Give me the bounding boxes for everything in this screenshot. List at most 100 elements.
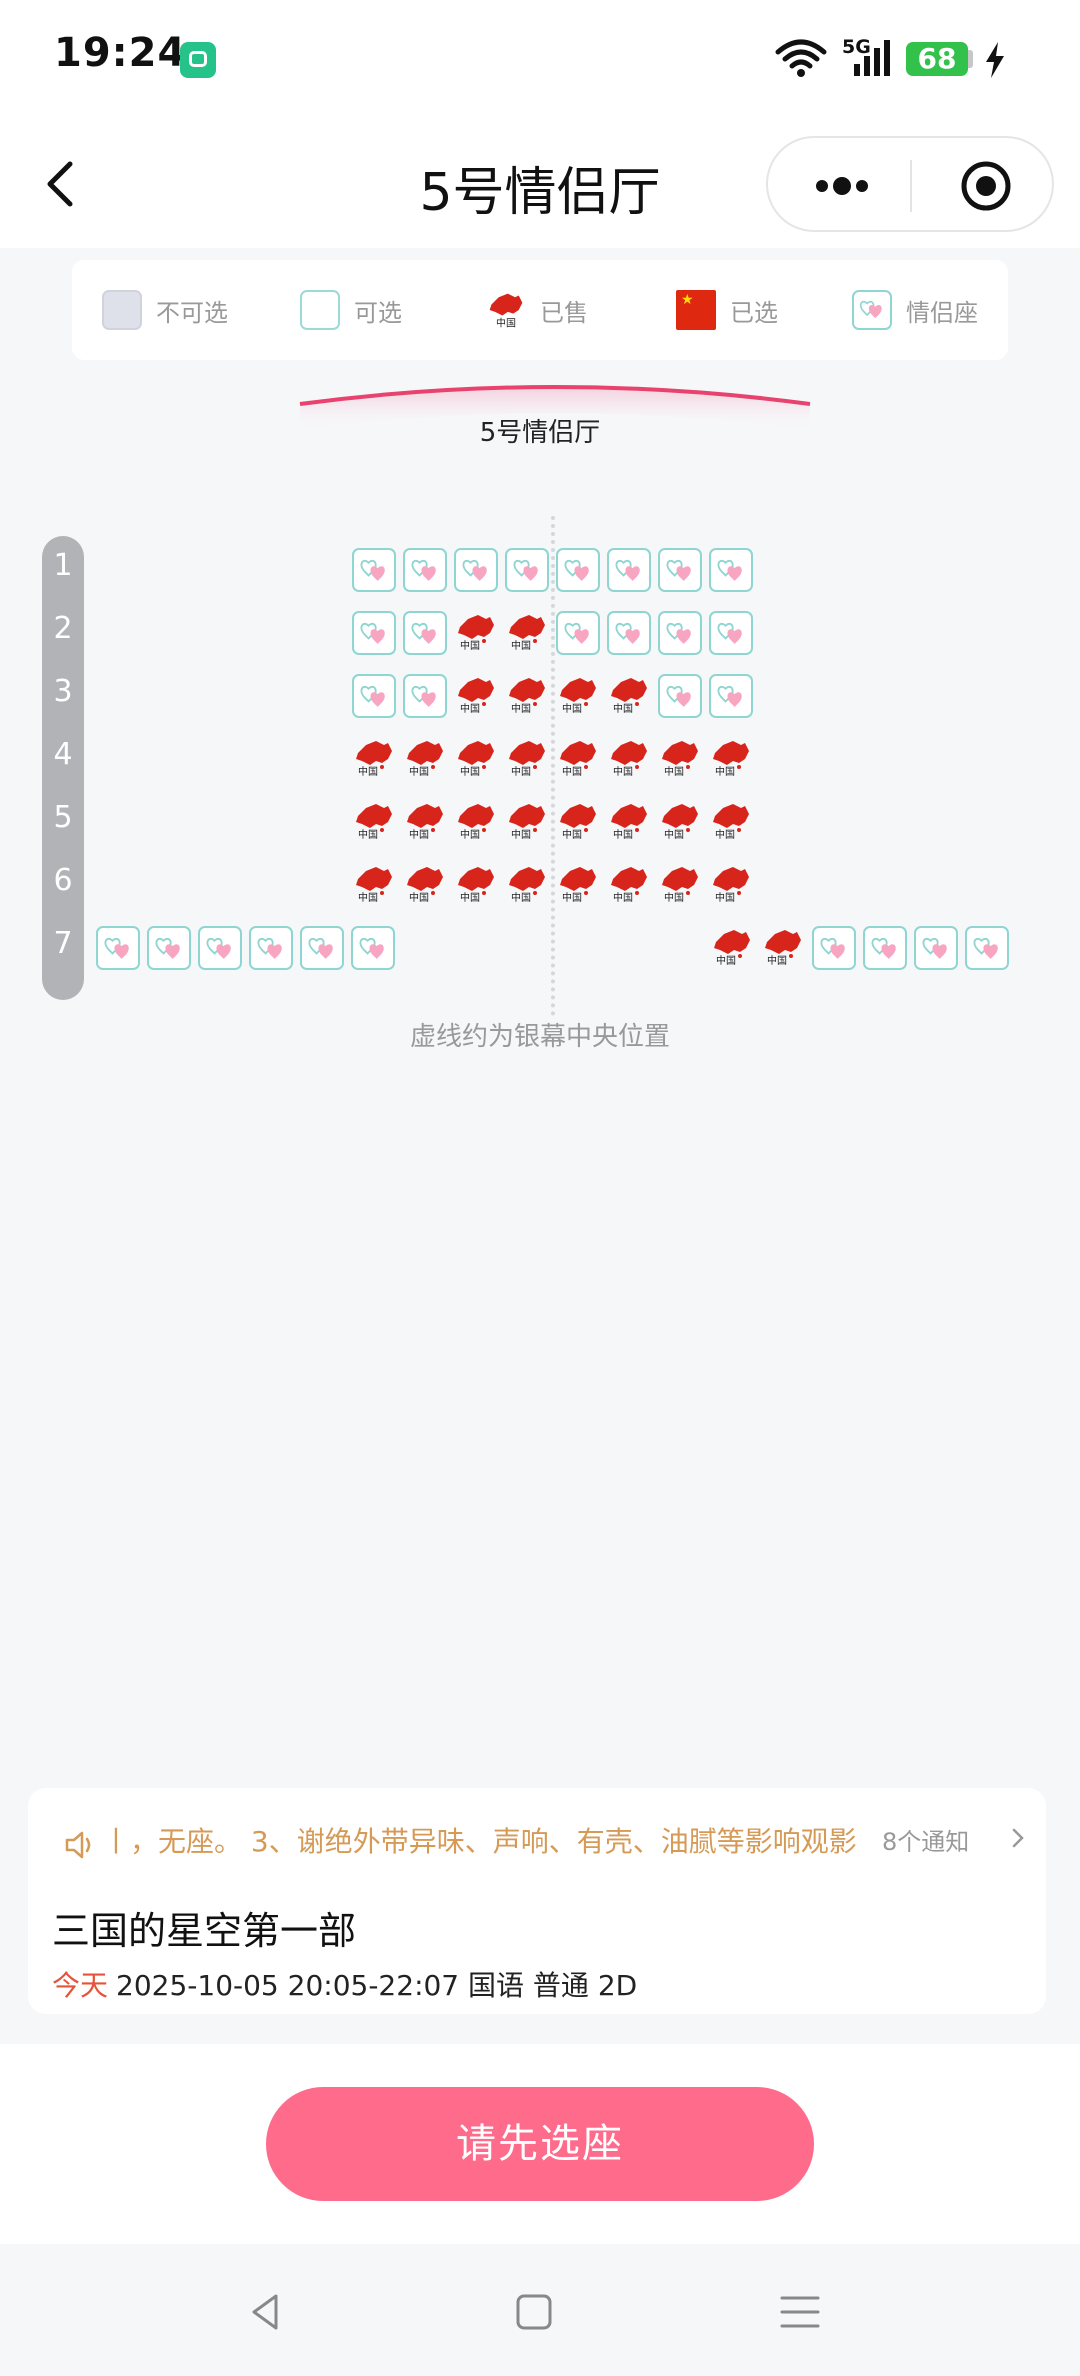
svg-text:中国: 中国 bbox=[511, 639, 531, 652]
row-number: 4 bbox=[53, 737, 73, 772]
speaker-icon bbox=[65, 1831, 91, 1859]
seat-couple[interactable] bbox=[300, 926, 344, 970]
svg-text:中国: 中国 bbox=[613, 765, 633, 778]
seat-sold: 中国 bbox=[454, 611, 498, 655]
seat-sold: 中国 bbox=[403, 737, 447, 781]
seat-couple[interactable] bbox=[403, 611, 447, 655]
svg-text:中国: 中国 bbox=[664, 828, 684, 841]
seat-sold: 中国 bbox=[556, 674, 600, 718]
svg-text:中国: 中国 bbox=[511, 702, 531, 715]
seat-couple[interactable] bbox=[658, 674, 702, 718]
seat-sold: 中国 bbox=[709, 863, 753, 907]
seat-sold: 中国 bbox=[505, 863, 549, 907]
svg-text:中国: 中国 bbox=[409, 828, 429, 841]
selected-seat-icon: ★ bbox=[676, 290, 716, 330]
legend-available: 可选 bbox=[300, 288, 402, 332]
seat-couple[interactable] bbox=[607, 611, 651, 655]
seat-couple[interactable] bbox=[658, 548, 702, 592]
seat-couple[interactable] bbox=[965, 926, 1009, 970]
seat-couple[interactable] bbox=[351, 926, 395, 970]
seat-couple[interactable] bbox=[403, 548, 447, 592]
svg-text:中国: 中国 bbox=[409, 891, 429, 904]
svg-text:中国: 中国 bbox=[460, 765, 480, 778]
svg-text:中国: 中国 bbox=[613, 828, 633, 841]
seat-sold: 中国 bbox=[761, 926, 805, 970]
available-seat-icon bbox=[300, 290, 340, 330]
seat-couple[interactable] bbox=[352, 611, 396, 655]
seat-couple[interactable] bbox=[709, 674, 753, 718]
capsule-divider bbox=[910, 160, 912, 212]
app-notification-icon bbox=[180, 42, 216, 78]
seat-couple[interactable] bbox=[352, 674, 396, 718]
notice-text[interactable]: 丨，无座。 3、谢绝外带异味、声响、有壳、油腻等影响观影 bbox=[102, 1820, 898, 1860]
legend-label: 可选 bbox=[354, 298, 402, 327]
seat-sold: 中国 bbox=[403, 800, 447, 844]
svg-text:中国: 中国 bbox=[716, 954, 736, 967]
seat-couple[interactable] bbox=[812, 926, 856, 970]
seat-sold: 中国 bbox=[505, 674, 549, 718]
showtime-day: 今天 bbox=[52, 1969, 109, 2002]
seat-couple[interactable] bbox=[914, 926, 958, 970]
row-number: 3 bbox=[53, 674, 73, 709]
battery-cap bbox=[968, 50, 973, 68]
seat-sold: 中国 bbox=[556, 737, 600, 781]
seat-couple[interactable] bbox=[556, 548, 600, 592]
seat-sold: 中国 bbox=[607, 737, 651, 781]
seat-couple[interactable] bbox=[505, 548, 549, 592]
svg-text:中国: 中国 bbox=[664, 891, 684, 904]
seat-couple[interactable] bbox=[709, 611, 753, 655]
system-home-icon[interactable] bbox=[510, 2288, 558, 2336]
system-menu-icon[interactable] bbox=[776, 2288, 824, 2336]
svg-text:中国: 中国 bbox=[715, 765, 735, 778]
seat-couple[interactable] bbox=[454, 548, 498, 592]
seat-sold: 中国 bbox=[505, 800, 549, 844]
row-number: 2 bbox=[53, 611, 73, 646]
svg-text:中国: 中国 bbox=[460, 639, 480, 652]
svg-text:中国: 中国 bbox=[409, 765, 429, 778]
legend-sold: 中国 已售 bbox=[486, 288, 588, 332]
legend-disabled: 不可选 bbox=[102, 288, 228, 332]
wifi-icon bbox=[775, 39, 827, 77]
seat-sold: 中国 bbox=[454, 800, 498, 844]
signal-icon bbox=[854, 40, 890, 76]
svg-text:中国: 中国 bbox=[664, 765, 684, 778]
seat-couple[interactable] bbox=[709, 548, 753, 592]
seat-sold: 中国 bbox=[505, 611, 549, 655]
seat-couple[interactable] bbox=[556, 611, 600, 655]
seat-couple[interactable] bbox=[147, 926, 191, 970]
seat-couple[interactable] bbox=[198, 926, 242, 970]
row-number: 6 bbox=[53, 863, 73, 898]
svg-text:中国: 中国 bbox=[511, 828, 531, 841]
svg-text:中国: 中国 bbox=[613, 702, 633, 715]
legend-label: 情侣座 bbox=[906, 298, 978, 327]
svg-text:中国: 中国 bbox=[460, 828, 480, 841]
seat-couple[interactable] bbox=[863, 926, 907, 970]
legend-label: 已选 bbox=[730, 298, 778, 327]
seat-couple[interactable] bbox=[607, 548, 651, 592]
select-seat-button[interactable]: 请先选座 bbox=[266, 2087, 814, 2201]
legend-couple: 情侣座 bbox=[852, 288, 978, 332]
seat-couple[interactable] bbox=[249, 926, 293, 970]
seat-couple[interactable] bbox=[352, 548, 396, 592]
chevron-right-icon[interactable] bbox=[1010, 1826, 1026, 1850]
seat-couple[interactable] bbox=[403, 674, 447, 718]
legend-label: 已售 bbox=[540, 298, 588, 327]
svg-text:中国: 中国 bbox=[562, 828, 582, 841]
system-back-icon[interactable] bbox=[242, 2288, 290, 2336]
couple-seat-icon bbox=[852, 290, 892, 330]
notice-count[interactable]: 8个通知 bbox=[882, 1822, 969, 1857]
legend-selected: ★ 已选 bbox=[676, 288, 778, 332]
nav-bar: 5号情侣厅 bbox=[0, 120, 1080, 248]
svg-text:中国: 中国 bbox=[562, 891, 582, 904]
more-icon[interactable] bbox=[798, 158, 882, 214]
seat-sold: 中国 bbox=[454, 674, 498, 718]
charging-icon bbox=[986, 42, 1004, 78]
seat-couple[interactable] bbox=[96, 926, 140, 970]
seat-sold: 中国 bbox=[352, 863, 396, 907]
screen-label: 5号情侣厅 bbox=[479, 418, 601, 448]
seat-couple[interactable] bbox=[658, 611, 702, 655]
seat-sold: 中国 bbox=[607, 800, 651, 844]
close-miniprogram-icon[interactable] bbox=[958, 158, 1014, 214]
seat-sold: 中国 bbox=[403, 863, 447, 907]
battery-level: 68 bbox=[906, 42, 968, 76]
